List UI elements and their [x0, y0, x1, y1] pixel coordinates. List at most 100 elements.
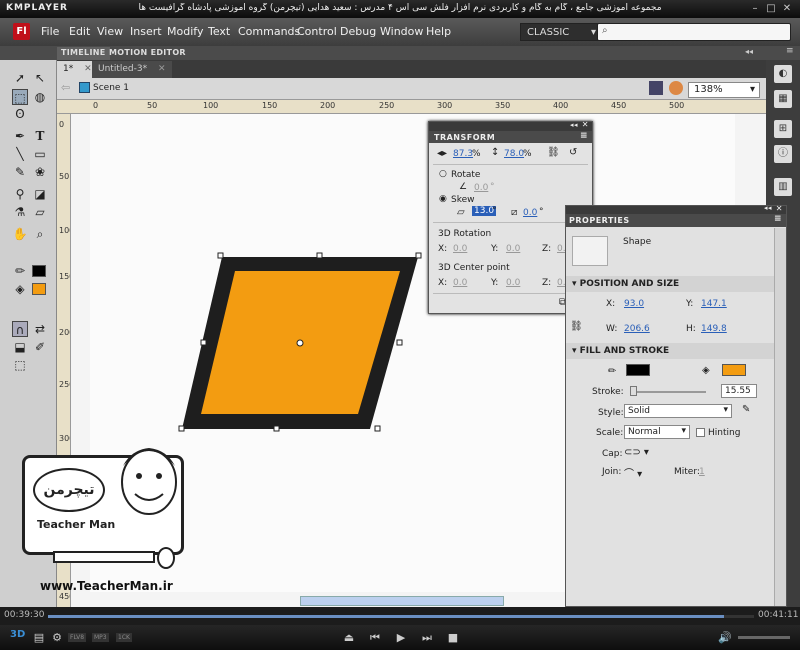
- object-drawing-icon[interactable]: ∩: [12, 321, 28, 337]
- stroke-color-swatch[interactable]: [32, 265, 46, 277]
- tab-timeline[interactable]: TIMELINE: [57, 47, 110, 60]
- menu-window[interactable]: Window: [380, 25, 423, 38]
- scale-select[interactable]: Normal ▾: [624, 425, 690, 439]
- panel-collapse-icon[interactable]: ◂◂: [745, 47, 753, 56]
- stroke-slider[interactable]: [630, 391, 706, 393]
- fill-color-swatch[interactable]: [32, 283, 46, 295]
- constrain-link-icon[interactable]: ⛓: [547, 147, 560, 158]
- panel-menu-icon[interactable]: ≡: [580, 131, 588, 141]
- pen-tool-icon[interactable]: ✒: [12, 128, 28, 144]
- stroke-color-swatch[interactable]: [626, 364, 650, 376]
- rectangle-tool-icon[interactable]: ▭: [32, 146, 48, 162]
- close-icon[interactable]: ✕: [780, 2, 794, 16]
- hand-tool-icon[interactable]: ✋: [12, 226, 28, 242]
- 3d-rotation-y[interactable]: 0.0: [506, 244, 520, 254]
- snap-icon[interactable]: ⬓: [12, 339, 28, 355]
- skew-vertical-field[interactable]: 0.0: [523, 208, 537, 218]
- selection-tool-icon[interactable]: ➚: [12, 70, 28, 86]
- skewed-rectangle-shape[interactable]: [170, 248, 430, 438]
- paint-bucket-icon[interactable]: ◪: [32, 186, 48, 202]
- menu-control[interactable]: Control: [297, 25, 337, 38]
- x-field[interactable]: 93.0: [624, 299, 644, 309]
- menu-help[interactable]: Help: [426, 25, 451, 38]
- straighten-icon[interactable]: ⬚: [12, 357, 28, 373]
- settings-icon[interactable]: ⚙: [50, 631, 64, 644]
- 3d-center-x[interactable]: 0.0: [453, 278, 467, 288]
- edit-symbols-icon[interactable]: [669, 81, 683, 95]
- menu-icon[interactable]: ▤: [32, 631, 46, 644]
- deco-tool-icon[interactable]: ❀: [32, 164, 48, 180]
- menu-modify[interactable]: Modify: [167, 25, 203, 38]
- close-icon[interactable]: ✕: [776, 204, 783, 213]
- edit-stroke-style-icon[interactable]: ✎: [742, 404, 750, 415]
- h-field[interactable]: 149.8: [701, 324, 727, 334]
- panel-collapse-icon[interactable]: ◂◂: [764, 204, 772, 212]
- line-tool-icon[interactable]: ╲: [12, 146, 28, 162]
- eyedropper-icon[interactable]: ⚗: [12, 204, 28, 220]
- stroke-width-input[interactable]: 15.55: [721, 384, 757, 398]
- menu-insert[interactable]: Insert: [130, 25, 162, 38]
- panel-grip[interactable]: ◂◂ ✕: [429, 120, 592, 131]
- panel-collapse-icon[interactable]: ◂◂: [570, 121, 578, 129]
- join-round-icon[interactable]: ⌒ ▾: [624, 465, 642, 480]
- stroke-slider-thumb[interactable]: [630, 386, 637, 396]
- free-transform-tool-icon[interactable]: ⬚: [12, 89, 28, 105]
- lasso-tool-icon[interactable]: ʘ: [12, 106, 28, 122]
- close-tab-icon[interactable]: ✕: [158, 64, 166, 74]
- bone-tool-icon[interactable]: ⚲: [12, 186, 28, 202]
- menu-commands[interactable]: Commands: [238, 25, 300, 38]
- panel-grip[interactable]: ◂◂ ✕: [566, 204, 786, 214]
- height-percent-field[interactable]: 78.0: [504, 149, 524, 159]
- swatches-panel-icon[interactable]: ▦: [774, 90, 792, 108]
- hinting-checkbox[interactable]: [696, 428, 705, 437]
- style-select[interactable]: Solid ▾: [624, 404, 732, 418]
- edit-scene-icon[interactable]: [649, 81, 663, 95]
- text-tool-icon[interactable]: T: [32, 128, 48, 144]
- eject-icon[interactable]: ⏏: [342, 631, 356, 644]
- y-field[interactable]: 147.1: [701, 299, 727, 309]
- volume-slider[interactable]: [738, 636, 790, 639]
- smooth-icon[interactable]: ✐: [32, 339, 48, 355]
- 3d-rotation-tool-icon[interactable]: ◍: [32, 89, 48, 105]
- eraser-icon[interactable]: ▱: [32, 204, 48, 220]
- menu-view[interactable]: View: [97, 25, 123, 38]
- library-panel-icon[interactable]: ▥: [774, 178, 792, 196]
- properties-scrollbar[interactable]: [774, 228, 786, 606]
- align-panel-icon[interactable]: ⊞: [774, 120, 792, 138]
- fill-color-swatch[interactable]: [722, 364, 746, 376]
- scene-name[interactable]: Scene 1: [93, 83, 129, 93]
- zoom-select[interactable]: 138% ▾: [688, 82, 760, 98]
- info-panel-icon[interactable]: ⓘ: [774, 145, 792, 163]
- back-arrow-icon[interactable]: ⇦: [61, 81, 70, 94]
- doc-tab-untitled[interactable]: Untitled-3* ✕: [92, 61, 172, 78]
- zoom-tool-icon[interactable]: ⌕: [32, 226, 48, 242]
- help-search-field[interactable]: ⌕: [597, 23, 791, 41]
- workspace-switcher[interactable]: CLASSIC ▾: [520, 23, 602, 41]
- rotate-value[interactable]: 0.0: [474, 183, 488, 193]
- volume-icon[interactable]: 🔊: [718, 631, 732, 644]
- tab-motion-editor[interactable]: MOTION EDITOR: [105, 47, 190, 60]
- close-tab-icon[interactable]: ✕: [84, 64, 92, 74]
- w-field[interactable]: 206.6: [624, 324, 650, 334]
- 3d-mode-icon[interactable]: 3D: [10, 629, 25, 640]
- horizontal-scrollbar[interactable]: [300, 596, 504, 606]
- fill-stroke-header[interactable]: ▾ FILL AND STROKE: [566, 343, 786, 359]
- lock-aspect-icon[interactable]: ⛓: [570, 321, 583, 332]
- color-panel-icon[interactable]: ◐: [774, 65, 792, 83]
- panel-menu-icon[interactable]: ≡: [774, 214, 782, 224]
- menu-text[interactable]: Text: [208, 25, 230, 38]
- play-icon[interactable]: ▶: [394, 631, 408, 644]
- previous-icon[interactable]: ⏮: [368, 631, 382, 645]
- seek-bar[interactable]: [48, 615, 754, 618]
- maximize-icon[interactable]: □: [764, 2, 778, 16]
- cap-round-icon[interactable]: ⊂⊃ ▾: [624, 447, 649, 458]
- menu-debug[interactable]: Debug: [340, 25, 376, 38]
- swap-colors-icon[interactable]: ⇄: [32, 321, 48, 337]
- subselection-tool-icon[interactable]: ↖: [32, 70, 48, 86]
- skew-radio[interactable]: ◉: [439, 194, 447, 204]
- position-size-header[interactable]: ▾ POSITION AND SIZE: [566, 276, 786, 292]
- width-percent-field[interactable]: 87.3: [453, 149, 473, 159]
- miter-value[interactable]: 1: [699, 467, 705, 477]
- stop-icon[interactable]: ■: [446, 631, 460, 644]
- pencil-tool-icon[interactable]: ✎: [12, 164, 28, 180]
